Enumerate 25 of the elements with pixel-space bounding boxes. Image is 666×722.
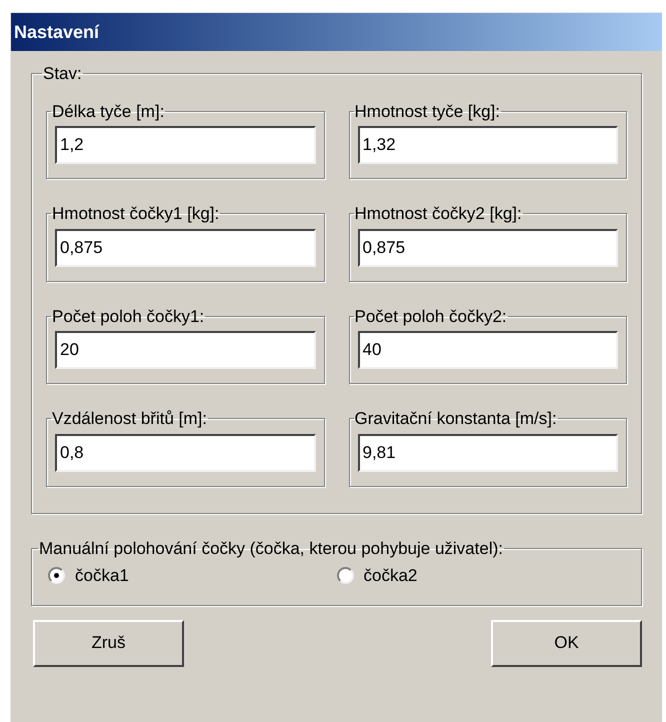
field-label: Vzdálenost břitů [m]: — [51, 408, 208, 430]
field-label: Počet poloh čočky1: — [51, 306, 206, 328]
field-label: Délka tyče [m]: — [51, 100, 166, 122]
field-label: Počet poloh čočky2: — [354, 306, 508, 328]
radio-button[interactable] — [336, 567, 354, 584]
radio-option[interactable]: čočka2 — [336, 563, 625, 588]
dialog-button[interactable]: Zruš — [33, 620, 184, 666]
field-label: Hmotnost čočky2 [kg]: — [354, 203, 523, 225]
input-field[interactable]: 1,32 — [358, 126, 618, 164]
input-field[interactable]: 20 — [55, 331, 316, 369]
window-title: Nastavení — [14, 20, 100, 44]
radio-button[interactable] — [48, 567, 65, 584]
field-label: Hmotnost tyče [kg]: — [354, 100, 501, 122]
input-field[interactable]: 0,875 — [358, 228, 618, 266]
group-label: Stav: — [42, 63, 83, 85]
field-label: Gravitační konstanta [m/s]: — [354, 408, 558, 430]
field-label: Hmotnost čočky1 [kg]: — [51, 203, 220, 225]
input-field[interactable]: 0,875 — [55, 228, 316, 266]
group-label: Manuální polohování čočky (čočka, kterou pohybuje uživatel): — [38, 538, 504, 560]
radio-option[interactable]: čočka1 — [48, 563, 336, 588]
input-field[interactable]: 1,2 — [55, 126, 316, 164]
input-field[interactable]: 40 — [358, 331, 618, 369]
dialog-button[interactable]: OK — [491, 620, 642, 666]
input-field[interactable]: 9,81 — [358, 434, 618, 472]
input-field[interactable]: 0,8 — [55, 434, 316, 472]
